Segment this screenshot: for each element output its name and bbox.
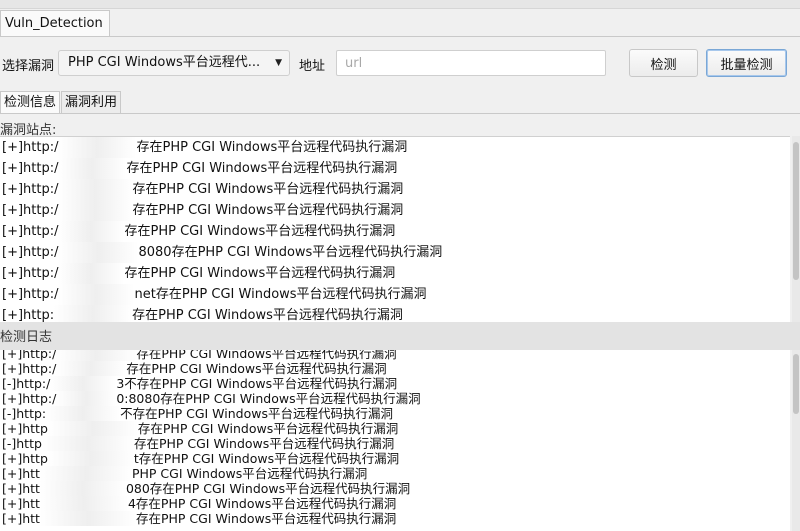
scrollbar-thumb[interactable] — [793, 354, 799, 414]
list-item: [+]htt 080存在PHP CGI Windows平台远程代码执行漏洞 — [2, 481, 411, 496]
list-item: [+]http:/存在PHP CGI Windows平台远程代码执行漏洞 — [2, 200, 403, 221]
vuln-select[interactable]: PHP CGI Windows平台远程代... ▼ — [58, 50, 290, 76]
list-item: [+]http:/存在PHP CGI Windows平台远程代码执行漏洞 — [2, 158, 397, 179]
scrollbar-thumb[interactable] — [793, 142, 799, 280]
redacted-host — [58, 137, 137, 158]
log-title: 检测日志 — [0, 330, 53, 345]
url-input[interactable] — [336, 50, 606, 76]
redacted-host — [58, 200, 133, 221]
redacted-host — [56, 361, 127, 376]
window-tab[interactable]: Vuln_Detection — [0, 10, 110, 37]
redacted-host — [58, 221, 125, 242]
address-label: 地址 — [299, 59, 326, 74]
redacted-host — [47, 421, 138, 436]
redacted-host — [39, 466, 132, 481]
list-item: [+]http:/存在PHP CGI Windows平台远程代码执行漏洞 — [2, 137, 407, 158]
redacted-host — [39, 481, 126, 496]
redacted-host — [41, 436, 134, 451]
subtab-divider — [0, 113, 800, 114]
list-item: [-]http:/3不存在PHP CGI Windows平台远程代码执行漏洞 — [2, 376, 398, 391]
chevron-down-icon: ▼ — [275, 58, 282, 68]
list-item: [-]http 存在PHP CGI Windows平台远程代码执行漏洞 — [2, 436, 395, 451]
list-item: [-]http: 不存在PHP CGI Windows平台远程代码执行漏洞 — [2, 406, 393, 421]
redacted-host — [58, 158, 127, 179]
list-item: [+]htt PHP CGI Windows平台远程代码执行漏洞 — [2, 466, 368, 481]
list-item: [+]http:/net存在PHP CGI Windows平台远程代码执行漏洞 — [2, 284, 427, 305]
redacted-host — [58, 263, 125, 284]
list-item: [+]http t存在PHP CGI Windows平台远程代码执行漏洞 — [2, 451, 400, 466]
tab-divider — [0, 36, 800, 37]
redacted-host — [56, 350, 137, 361]
redacted-host — [39, 496, 128, 511]
tab-exploit[interactable]: 漏洞利用 — [61, 91, 122, 113]
redacted-host — [58, 242, 139, 263]
log-header: 检测日志 — [0, 322, 800, 350]
list-item: [+]http:/8080存在PHP CGI Windows平台远程代码执行漏洞 — [2, 242, 442, 263]
batch-detect-button[interactable]: 批量检测 — [706, 49, 787, 77]
list-item: [+]http:/存在PHP CGI Windows平台远程代码执行漏洞 — [2, 179, 403, 200]
vuln-list-scrollbar[interactable] — [792, 136, 800, 322]
list-item: [+]http:/0:8080存在PHP CGI Windows平台远程代码执行… — [2, 391, 421, 406]
select-vuln-label: 选择漏洞 — [2, 59, 55, 74]
list-item: [+]http:/存在PHP CGI Windows平台远程代码执行漏洞 — [2, 263, 395, 284]
list-item: [+]http:/存在PHP CGI Windows平台远程代码执行漏洞 — [2, 221, 395, 242]
vuln-select-value: PHP CGI Windows平台远程代... — [68, 55, 261, 70]
redacted-host — [58, 179, 133, 200]
list-item: [+]htt 存在PHP CGI Windows平台远程代码执行漏洞 — [2, 511, 397, 526]
log-scrollbar[interactable] — [792, 350, 800, 531]
title-strip — [0, 0, 800, 9]
redacted-host — [39, 511, 136, 526]
detect-button[interactable]: 检测 — [629, 49, 698, 77]
list-item: [+]http:/存在PHP CGI Windows平台远程代码执行漏洞 — [2, 350, 397, 361]
tab-detect-info[interactable]: 检测信息 — [0, 91, 61, 113]
vuln-sites-list[interactable]: [+]http:/存在PHP CGI Windows平台远程代码执行漏洞 [+]… — [0, 136, 790, 324]
redacted-host — [47, 451, 134, 466]
redacted-host — [58, 284, 135, 305]
list-item: [+]http 存在PHP CGI Windows平台远程代码执行漏洞 — [2, 421, 399, 436]
redacted-host — [56, 391, 117, 406]
redacted-host — [50, 376, 117, 391]
list-item: [+]http:/存在PHP CGI Windows平台远程代码执行漏洞 — [2, 361, 387, 376]
list-item: [+]htt 4存在PHP CGI Windows平台远程代码执行漏洞 — [2, 496, 397, 511]
detection-log[interactable]: [+]http:/存在PHP CGI Windows平台远程代码执行漏洞 [+]… — [0, 350, 790, 531]
redacted-host — [46, 406, 121, 421]
